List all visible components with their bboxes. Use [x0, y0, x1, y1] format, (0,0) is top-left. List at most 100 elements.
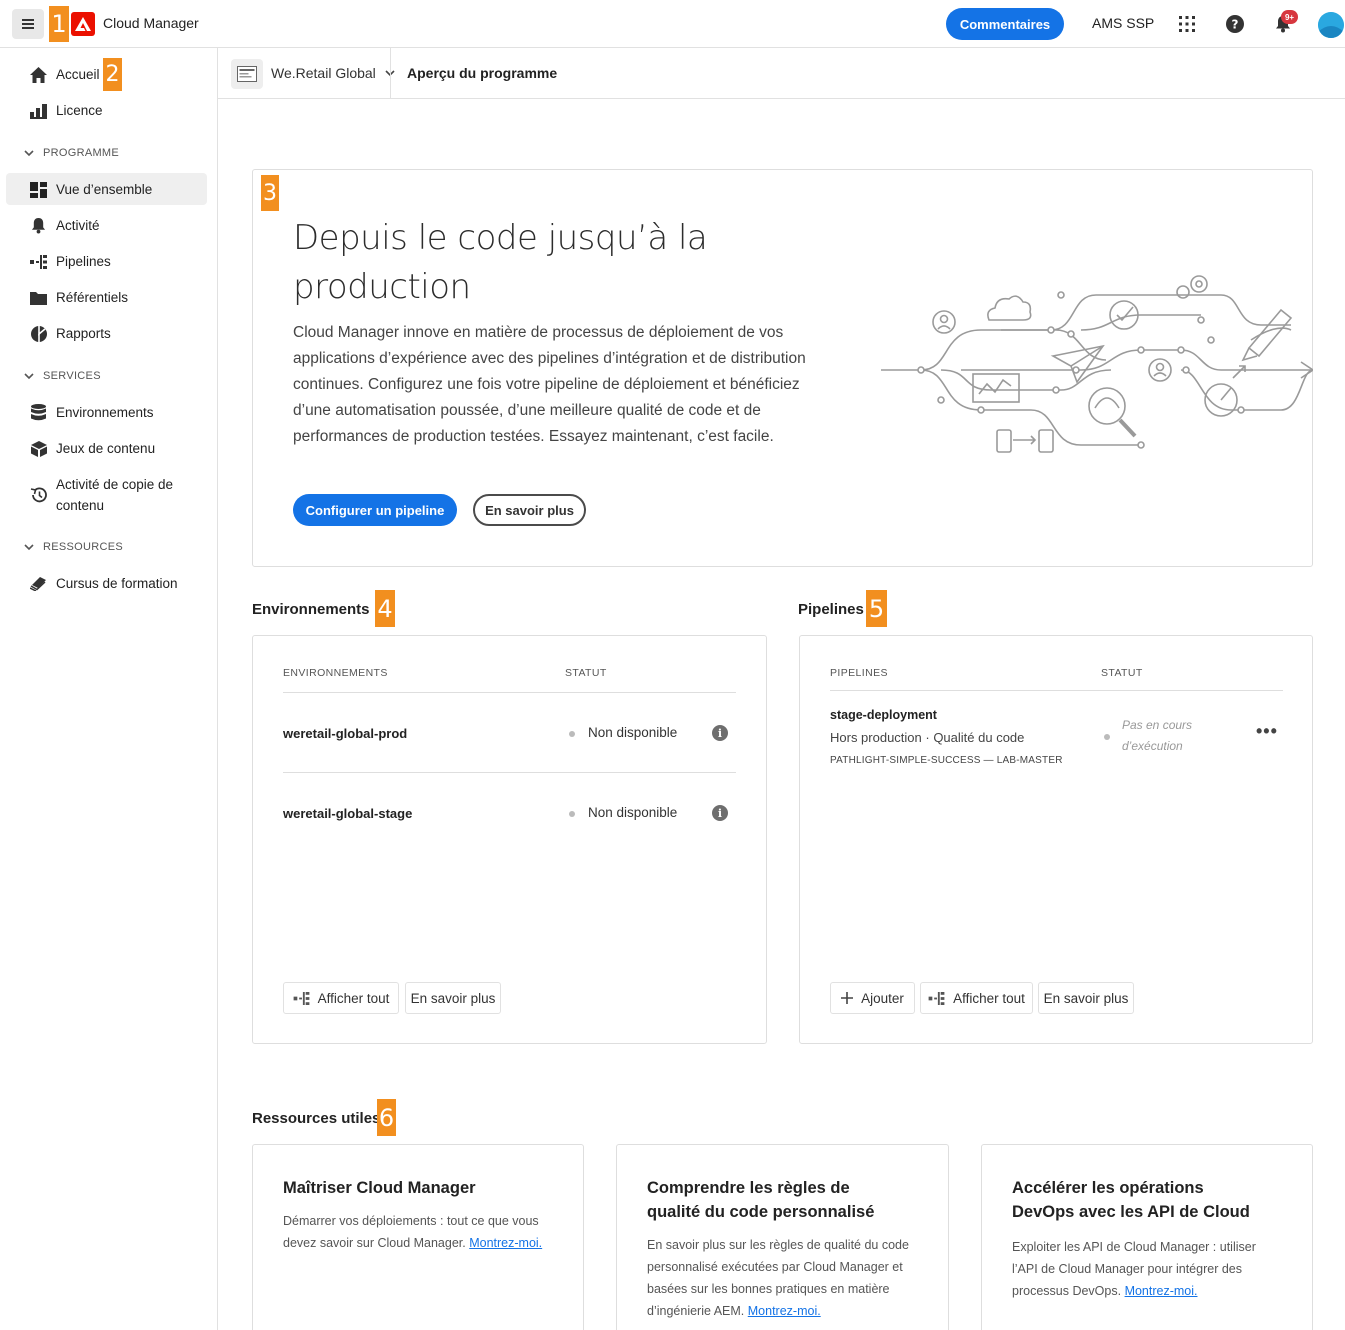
resource-description: d’ingénierie AEM. Montrez-moi. [647, 1300, 821, 1322]
resource-description: En savoir plus sur les règles de qualité… [647, 1238, 909, 1252]
setup-pipeline-button[interactable]: Configurer un pipeline [293, 494, 457, 526]
status-dot [569, 731, 575, 737]
callout-badge-2: 2 [103, 58, 122, 91]
info-icon[interactable]: i [712, 805, 728, 821]
avatar[interactable] [1318, 12, 1344, 38]
program-icon[interactable] [231, 59, 263, 89]
pipeline-icon [293, 991, 309, 1005]
overview-icon [30, 181, 47, 198]
package-icon [30, 440, 47, 457]
sidebar-item-content-sets[interactable]: Jeux de contenu [6, 432, 207, 464]
divider [830, 690, 1283, 691]
apps-grid-icon[interactable] [1177, 14, 1197, 34]
menu-button[interactable] [12, 9, 44, 39]
pipeline-icon [30, 253, 47, 270]
adobe-logo[interactable] [71, 12, 95, 36]
database-icon [30, 404, 47, 421]
sidebar-item-label: Activité [56, 217, 100, 233]
chevron-down-icon [24, 544, 34, 551]
learn-more-button[interactable]: En savoir plus [473, 494, 586, 526]
sidebar-item-content-copy-activity[interactable]: Activité de copie de contenu [6, 472, 207, 518]
sidebar-item-label: contenu [56, 498, 105, 513]
section-header-programme[interactable]: PROGRAMME [22, 145, 119, 161]
sidebar-item-label: Accueil [56, 66, 100, 82]
sidebar-item-reports[interactable]: Rapports [6, 317, 207, 349]
sidebar-item-label: Référentiels [56, 289, 129, 305]
hero-card: 3 Depuis le code jusqu’à la production C… [252, 169, 1313, 567]
environments-card: ENVIRONNEMENTS STATUT weretail-global-pr… [252, 635, 767, 1044]
pipeline-status: d’exécution [1122, 739, 1183, 753]
devops-illustration [881, 275, 1313, 453]
status-dot [569, 811, 575, 817]
chevron-down-icon [24, 150, 34, 157]
learn-more-environments-button[interactable]: En savoir plus [405, 982, 501, 1014]
info-icon[interactable]: i [712, 725, 728, 741]
program-switcher[interactable]: We.Retail Global [271, 65, 396, 81]
column-header-pipelines: PIPELINES [830, 667, 888, 679]
callout-badge-4: 4 [375, 590, 395, 627]
more-options-icon[interactable]: ••• [1256, 721, 1278, 742]
callout-badge-5: 5 [866, 590, 887, 627]
pipeline-name[interactable]: stage-deployment [830, 708, 937, 722]
top-bar: 1 Cloud Manager Commentaires AMS SSP ? 9… [0, 0, 1345, 48]
hero-description: Cloud Manager innove en matière de proce… [293, 324, 806, 445]
sidebar-item-label: Vue d’ensemble [56, 181, 153, 197]
resources-section-title: Ressources utiles [252, 1110, 381, 1127]
sidebar-item-activity[interactable]: Activité [6, 209, 207, 241]
button-label: Afficher tout [317, 990, 390, 1006]
environment-name[interactable]: weretail-global-stage [283, 806, 412, 821]
section-label: SERVICES [43, 370, 101, 382]
resource-description-text: processus DevOps. [1012, 1284, 1122, 1298]
view-all-pipelines-button[interactable]: Afficher tout [920, 982, 1033, 1014]
sidebar-item-label: Cursus de formation [56, 575, 178, 591]
feedback-button[interactable]: Commentaires [946, 8, 1064, 40]
resource-card-master-cloud-manager[interactable]: Maîtriser Cloud Manager Démarrer vos dép… [252, 1144, 584, 1330]
resource-card-code-quality[interactable]: Comprendre les règles de qualité du code… [616, 1144, 949, 1330]
divider [390, 48, 391, 99]
licence-icon [30, 102, 47, 119]
sidebar-item-environments[interactable]: Environnements [6, 396, 207, 428]
add-pipeline-button[interactable]: Ajouter [830, 982, 915, 1014]
sidebar: Accueil 2 Licence PROGRAMME Vue d’ensemb… [0, 48, 218, 1330]
org-switcher[interactable]: AMS SSP [1092, 15, 1154, 31]
page-title: Aperçu du programme [407, 65, 558, 81]
app-name[interactable]: Cloud Manager [103, 15, 199, 31]
column-header-environments: ENVIRONNEMENTS [283, 667, 388, 679]
resource-description: personnalisé exécutées par Cloud Manager… [647, 1260, 903, 1274]
show-me-link[interactable]: Montrez-moi. [1125, 1284, 1198, 1298]
resource-description: Démarrer vos déploiements : tout ce que … [283, 1214, 539, 1228]
program-bar: We.Retail Global Aperçu du programme [218, 48, 1345, 99]
learn-more-pipelines-button[interactable]: En savoir plus [1038, 982, 1134, 1014]
environment-status: Non disponible [588, 725, 678, 740]
sidebar-item-learning[interactable]: Cursus de formation [6, 567, 207, 599]
sidebar-item-label: Pipelines [56, 253, 111, 269]
button-label: Ajouter [861, 990, 904, 1006]
show-me-link[interactable]: Montrez-moi. [748, 1304, 821, 1318]
section-header-services[interactable]: SERVICES [22, 368, 101, 384]
sidebar-item-label: Jeux de contenu [56, 440, 156, 456]
show-me-link[interactable]: Montrez-moi. [469, 1236, 542, 1250]
sidebar-item-label: Activité de copie de [56, 477, 174, 492]
sidebar-item-overview[interactable]: Vue d’ensemble [6, 173, 207, 205]
learning-icon [30, 575, 47, 592]
resource-description-text: d’ingénierie AEM. [647, 1304, 745, 1318]
status-dot [1104, 734, 1110, 740]
sidebar-item-licence[interactable]: Licence [6, 94, 207, 126]
resource-description: Exploiter les API de Cloud Manager : uti… [1012, 1240, 1256, 1254]
pipeline-icon [928, 991, 945, 1005]
environment-name[interactable]: weretail-global-prod [283, 726, 407, 741]
help-icon[interactable]: ? [1225, 14, 1245, 34]
pipelines-card: PIPELINES STATUT stage-deployment Hors p… [799, 635, 1313, 1044]
pipeline-type: Hors production · Qualité du code [830, 730, 1025, 745]
resource-title: Maîtriser Cloud Manager [283, 1179, 476, 1197]
view-all-environments-button[interactable]: Afficher tout [283, 982, 399, 1014]
pipeline-branch: PATHLIGHT-SIMPLE-SUCCESS — LAB-MASTER [830, 755, 1063, 766]
pipeline-status: Pas en cours [1122, 718, 1193, 732]
section-header-resources[interactable]: RESSOURCES [22, 539, 123, 555]
sidebar-item-label: Licence [56, 102, 103, 118]
sidebar-item-pipelines[interactable]: Pipelines [6, 245, 207, 277]
callout-badge-3: 3 [261, 175, 279, 211]
resource-title: Comprendre les règles de [647, 1179, 850, 1197]
sidebar-item-repositories[interactable]: Référentiels [6, 281, 207, 313]
resource-card-devops-api[interactable]: Accélérer les opérations DevOps avec les… [981, 1144, 1313, 1330]
